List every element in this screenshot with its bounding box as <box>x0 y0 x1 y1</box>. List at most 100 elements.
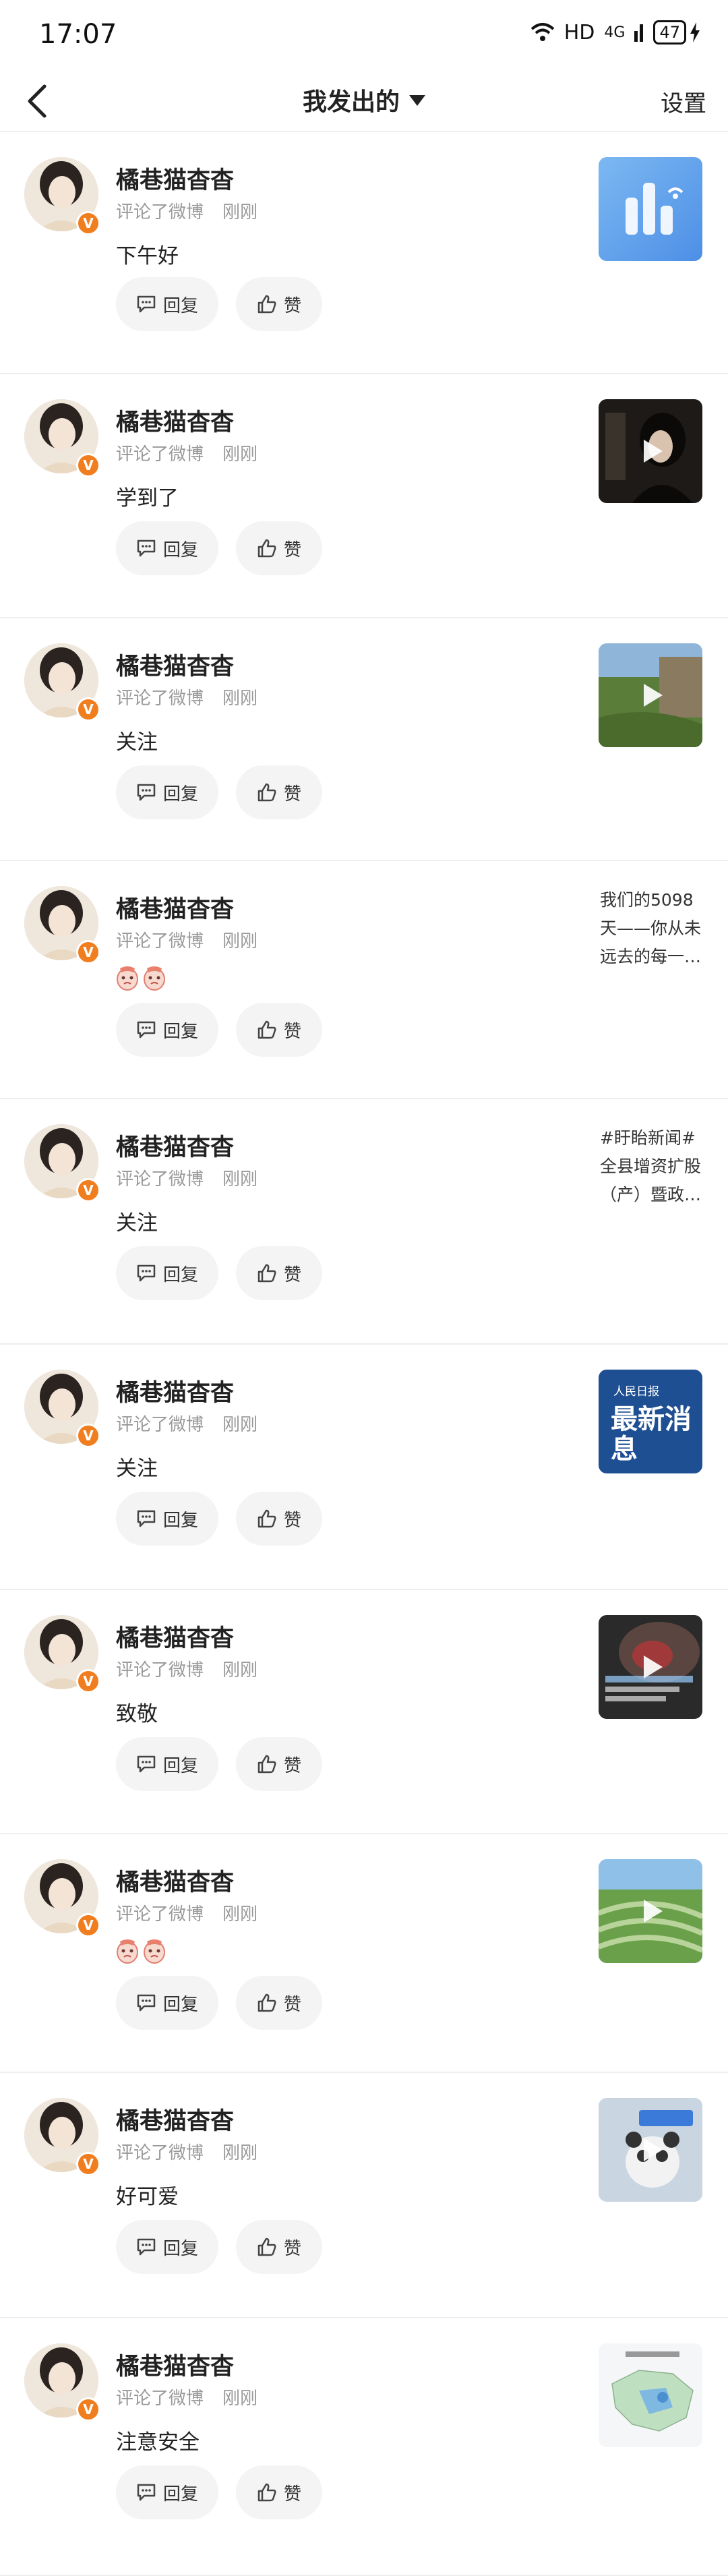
comment-meta: 评论了微博 刚刚 <box>116 684 257 709</box>
like-button[interactable]: 赞 <box>236 2465 322 2519</box>
reply-button[interactable]: 回复 <box>116 765 218 819</box>
comment-card[interactable]: V 橘巷猫杳杳 评论了微博 刚刚 回复 赞 我们的5098天——你从未远去的每一… <box>0 861 728 1099</box>
timestamp: 刚刚 <box>222 202 258 223</box>
comment-icon <box>137 1510 156 1527</box>
verified-badge-icon: V <box>76 1178 100 1202</box>
post-thumbnail[interactable] <box>599 157 702 261</box>
username[interactable]: 橘巷猫杳杳 <box>116 1374 234 1408</box>
post-thumbnail[interactable] <box>599 1859 702 1963</box>
comment-text: 下午好 <box>116 244 179 268</box>
username[interactable]: 橘巷猫杳杳 <box>116 161 234 196</box>
comment-card[interactable]: V 橘巷猫杳杳 评论了微博 刚刚 学到了 回复 赞 <box>0 374 728 618</box>
post-thumbnail[interactable] <box>599 1615 702 1719</box>
reply-label: 回复 <box>162 2238 198 2259</box>
action-text: 评论了微博 <box>116 689 204 709</box>
settings-button[interactable]: 设置 <box>661 85 706 118</box>
reply-button[interactable]: 回复 <box>116 521 218 575</box>
comment-card[interactable]: V 橘巷猫杳杳 评论了微博 刚刚 关注 回复 赞 #盱眙新闻#全县增资扩股（产）暨… <box>0 1099 728 1345</box>
comment-icon <box>137 1264 156 1282</box>
username[interactable]: 橘巷猫杳杳 <box>116 2347 234 2382</box>
comment-icon <box>137 2484 156 2501</box>
like-button[interactable]: 赞 <box>236 277 322 331</box>
post-thumbnail[interactable] <box>599 399 702 503</box>
verified-badge-icon: V <box>76 211 100 235</box>
like-label: 赞 <box>283 784 301 804</box>
timestamp: 刚刚 <box>222 2389 258 2409</box>
battery-icon: 47 <box>653 20 701 45</box>
reply-button[interactable]: 回复 <box>116 277 218 331</box>
reply-label: 回复 <box>162 1264 198 1285</box>
charging-icon <box>690 22 700 42</box>
thumbs-up-icon <box>257 2483 276 2502</box>
reply-label: 回复 <box>162 295 198 316</box>
action-text: 评论了微博 <box>116 1169 204 1190</box>
verified-badge-icon: V <box>76 1913 100 1937</box>
thumbs-up-icon <box>257 1509 276 1528</box>
post-thumbnail[interactable] <box>599 2098 702 2202</box>
reply-button[interactable]: 回复 <box>116 1976 218 2030</box>
post-preview-text[interactable]: 我们的5098天——你从未远去的每一… <box>600 886 708 971</box>
like-button[interactable]: 赞 <box>236 1737 322 1791</box>
thumbs-up-icon <box>257 539 276 558</box>
username[interactable]: 橘巷猫杳杳 <box>116 1128 234 1163</box>
post-thumbnail[interactable] <box>599 643 702 747</box>
reply-button[interactable]: 回复 <box>116 1003 218 1057</box>
comment-icon <box>137 2238 156 2256</box>
username[interactable]: 橘巷猫杳杳 <box>116 2102 234 2136</box>
reply-button[interactable]: 回复 <box>116 2220 218 2274</box>
like-button[interactable]: 赞 <box>236 2220 322 2274</box>
comment-text: 关注 <box>116 730 158 755</box>
post-thumbnail[interactable] <box>599 2343 702 2447</box>
username[interactable]: 橘巷猫杳杳 <box>116 1619 234 1653</box>
page-title-dropdown[interactable]: 我发出的 <box>0 82 728 117</box>
reply-label: 回复 <box>162 1510 198 1531</box>
thumbs-up-icon <box>257 295 276 314</box>
like-button[interactable]: 赞 <box>236 1976 322 2030</box>
username[interactable]: 橘巷猫杳杳 <box>116 1863 234 1898</box>
reply-button[interactable]: 回复 <box>116 1246 218 1300</box>
comment-text: 致敬 <box>116 1702 158 1726</box>
play-icon <box>644 684 663 707</box>
username[interactable]: 橘巷猫杳杳 <box>116 890 234 925</box>
comment-card[interactable]: V 橘巷猫杳杳 评论了微博 刚刚 下午好 回复 赞 <box>0 132 728 374</box>
like-button[interactable]: 赞 <box>236 521 322 575</box>
like-button[interactable]: 赞 <box>236 1246 322 1300</box>
like-button[interactable]: 赞 <box>236 765 322 819</box>
timestamp: 刚刚 <box>222 1904 258 1925</box>
comment-text: 关注 <box>116 1457 158 1481</box>
comment-card[interactable]: V 橘巷猫杳杳 评论了微博 刚刚 关注 回复 赞 <box>0 618 728 861</box>
comment-card[interactable]: V 橘巷猫杳杳 评论了微博 刚刚 回复 赞 <box>0 1834 728 2073</box>
post-preview-text[interactable]: #盱眙新闻#全县增资扩股（产）暨政… <box>600 1124 708 1209</box>
username[interactable]: 橘巷猫杳杳 <box>116 647 234 682</box>
post-thumbnail[interactable]: 人民日报 最新消息 <box>599 1370 702 1473</box>
reply-button[interactable]: 回复 <box>116 2465 218 2519</box>
reply-label: 回复 <box>162 539 198 560</box>
play-icon <box>644 2138 663 2161</box>
action-text: 评论了微博 <box>116 931 204 952</box>
comment-meta: 评论了微博 刚刚 <box>116 198 257 223</box>
like-button[interactable]: 赞 <box>236 1003 322 1057</box>
comment-card[interactable]: V 橘巷猫杳杳 评论了微博 刚刚 致敬 回复 赞 <box>0 1590 728 1834</box>
comment-card[interactable]: V 橘巷猫杳杳 评论了微博 刚刚 好可爱 回复 赞 <box>0 2073 728 2318</box>
thumbs-up-icon <box>257 1755 276 1774</box>
reply-button[interactable]: 回复 <box>116 1737 218 1791</box>
play-icon <box>644 1900 663 1923</box>
emoji-row <box>116 1939 166 1964</box>
crying-face-icon <box>144 1939 165 1964</box>
crying-face-icon <box>144 966 165 991</box>
like-label: 赞 <box>283 539 301 560</box>
reply-label: 回复 <box>162 1021 198 1042</box>
comment-meta: 评论了微博 刚刚 <box>116 2384 257 2409</box>
thumbs-up-icon <box>257 1264 276 1283</box>
username[interactable]: 橘巷猫杳杳 <box>116 403 234 438</box>
comment-card[interactable]: V 橘巷猫杳杳 评论了微博 刚刚 关注 回复 赞 人民日报 最新消息 <box>0 1345 728 1590</box>
status-icons: HD 4G 47 <box>530 20 701 45</box>
reply-button[interactable]: 回复 <box>116 1492 218 1546</box>
wifi-icon <box>530 23 555 41</box>
reply-label: 回复 <box>162 1994 198 2015</box>
thumbs-up-icon <box>257 1993 276 2012</box>
comment-meta: 评论了微博 刚刚 <box>116 927 257 952</box>
comment-card[interactable]: V 橘巷猫杳杳 评论了微博 刚刚 注意安全 回复 赞 <box>0 2318 728 2576</box>
like-button[interactable]: 赞 <box>236 1492 322 1546</box>
verified-badge-icon: V <box>76 453 100 477</box>
